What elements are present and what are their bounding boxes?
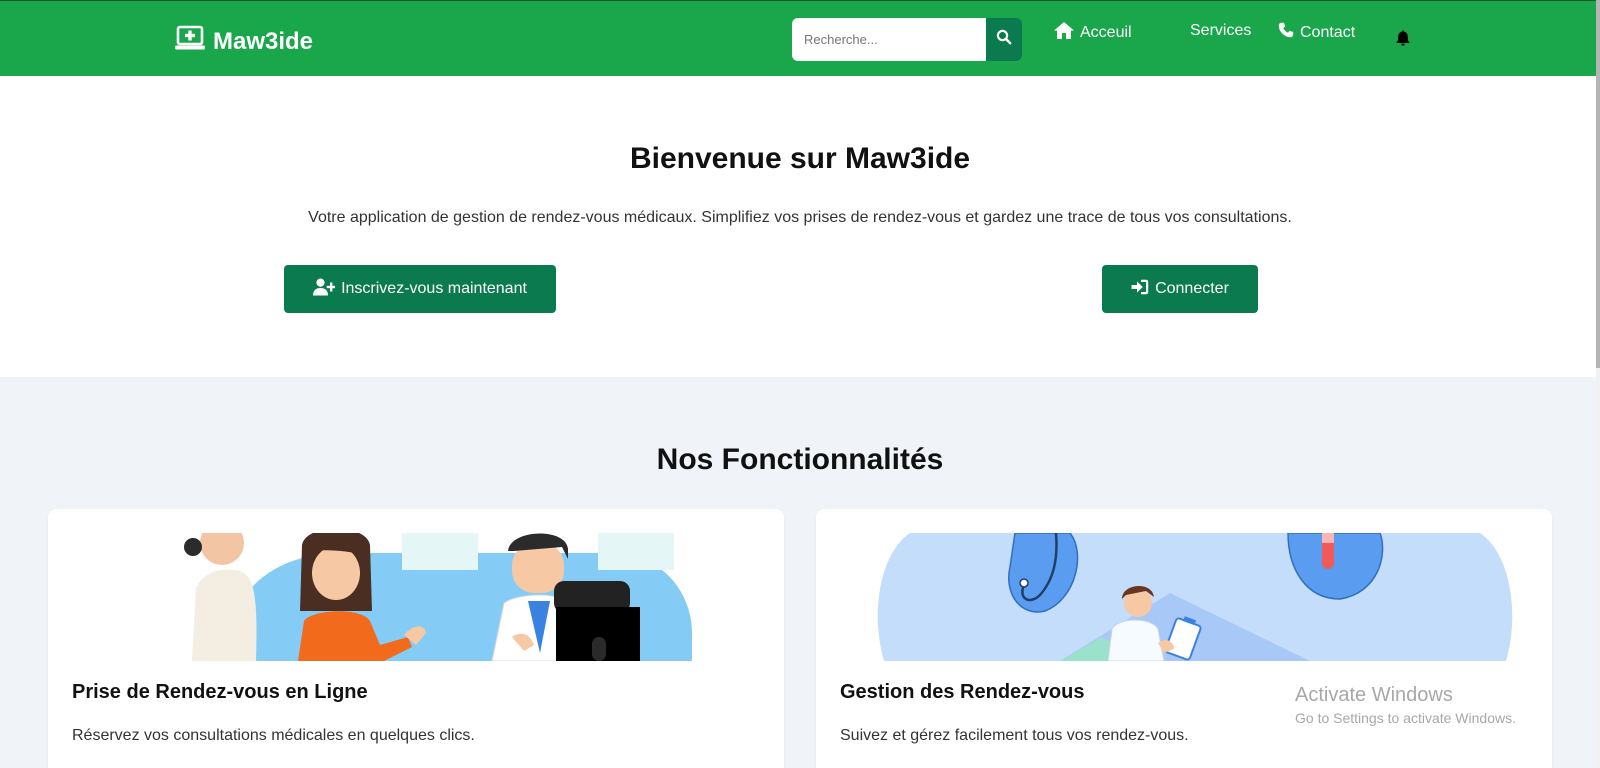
sign-in-icon bbox=[1131, 279, 1149, 300]
nav-link-contact[interactable]: Contact bbox=[1278, 22, 1355, 43]
nav-home-label: Acceuil bbox=[1080, 24, 1132, 41]
hero-section: Bienvenue sur Maw3ide Votre application … bbox=[0, 76, 1600, 377]
page-scrollbar[interactable] bbox=[1596, 0, 1600, 768]
login-button-label: Connecter bbox=[1155, 280, 1229, 297]
nav-link-home[interactable]: Acceuil bbox=[1054, 22, 1132, 44]
search-form bbox=[792, 18, 1022, 61]
feature-card-title: Prise de Rendez-vous en Ligne bbox=[72, 681, 368, 703]
feature-card: Gestion des Rendez-vous Suivez et gérez … bbox=[816, 509, 1552, 768]
login-button[interactable]: Connecter bbox=[1102, 265, 1258, 313]
nav-services-label: Services bbox=[1190, 22, 1252, 39]
home-icon bbox=[1054, 22, 1074, 44]
features-title: Nos Fonctionnalités bbox=[656, 443, 944, 476]
feature-card-description: Réservez vos consultations médicales en … bbox=[72, 727, 475, 744]
feature-card-description: Suivez et gérez facilement tous vos rend… bbox=[840, 727, 1189, 744]
navbar: Maw3ide Acceuil Services bbox=[0, 0, 1600, 76]
register-button[interactable]: Inscrivez-vous maintenant bbox=[284, 265, 556, 313]
notification-button[interactable] bbox=[1396, 30, 1410, 51]
feature-card-title: Gestion des Rendez-vous bbox=[840, 681, 1085, 703]
register-button-label: Inscrivez-vous maintenant bbox=[341, 280, 527, 297]
search-icon bbox=[996, 29, 1012, 50]
hero-description: Votre application de gestion de rendez-v… bbox=[308, 209, 1292, 226]
nav-contact-label: Contact bbox=[1300, 23, 1356, 41]
search-button[interactable] bbox=[986, 18, 1022, 61]
medical-laptop-icon bbox=[175, 25, 205, 58]
brand-name: Maw3ide bbox=[213, 27, 314, 55]
feature-illustration-appointment bbox=[72, 533, 760, 661]
feature-card: Prise de Rendez-vous en Ligne Réservez v… bbox=[48, 509, 784, 768]
brand-logo[interactable]: Maw3ide bbox=[175, 25, 313, 58]
search-input[interactable] bbox=[792, 18, 986, 61]
phone-icon bbox=[1278, 22, 1294, 43]
watermark-subtitle: Go to Settings to activate Windows. bbox=[1295, 710, 1516, 726]
bell-icon bbox=[1396, 30, 1410, 50]
hero-title: Bienvenue sur Maw3ide bbox=[629, 142, 971, 175]
watermark-title: Activate Windows bbox=[1295, 684, 1453, 706]
user-plus-icon bbox=[313, 278, 336, 301]
scrollbar-thumb[interactable] bbox=[1596, 0, 1600, 368]
windows-activation-watermark: Activate Windows Go to Settings to activ… bbox=[1295, 684, 1516, 726]
nav-link-services[interactable]: Services bbox=[1190, 22, 1251, 40]
feature-illustration-management bbox=[840, 533, 1528, 661]
